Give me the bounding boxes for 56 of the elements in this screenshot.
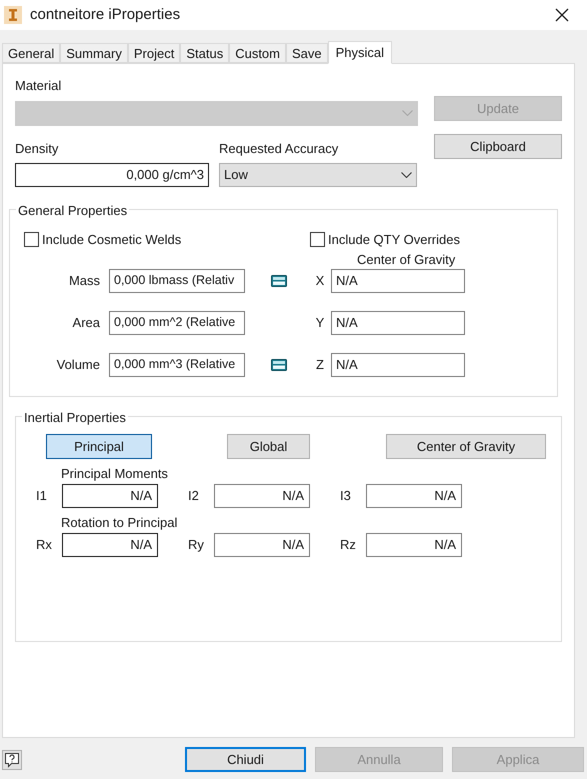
density-label: Density [15,140,60,158]
property-field: 0,000 mm^2 (Relative [109,310,245,334]
tab[interactable]: Project [128,43,180,63]
checkbox[interactable] [310,232,325,248]
tab[interactable]: Physical [328,41,392,64]
tab[interactable]: Save [286,43,328,63]
axis-field: N/A [331,310,465,334]
axis-field: N/A [331,352,465,376]
value-field: N/A [366,484,462,508]
value-field: N/A [366,533,462,557]
mode-button[interactable]: Principal [46,434,152,459]
property-label: Volume [56,356,100,374]
calculator-icon[interactable] [271,274,287,286]
clipboard-button[interactable]: Clipboard [434,134,562,159]
axis-label: Y [314,314,326,332]
property-field: 0,000 lbmass (Relativ [109,268,245,292]
axis-label: Rx [36,536,53,554]
density-field[interactable]: 0,000 g/cm^3 [15,163,209,187]
value-field: N/A [62,484,158,508]
checkbox-label: Include QTY Overrides [328,231,460,249]
axis-label: Rz [340,536,357,554]
axis-label: I3 [340,487,352,506]
axis-label: I1 [36,487,48,506]
axis-label: I2 [188,487,200,506]
close-icon[interactable] [555,8,569,22]
value-field: N/A [214,484,310,508]
accuracy-label: Requested Accuracy [219,140,340,158]
tab[interactable]: Custom [229,43,286,63]
property-label: Area [72,314,100,332]
tab[interactable]: Summary [60,43,128,63]
axis-label: X [314,272,326,290]
calculator-icon[interactable] [271,358,287,370]
window-title: contneitore iProperties [30,4,180,25]
mode-button[interactable]: Center of Gravity [386,434,546,459]
section-label: Principal Moments [61,466,169,482]
material-label: Material [15,77,62,95]
chevron-down-icon [402,110,413,116]
value-field: N/A [214,533,310,557]
property-field: 0,000 mm^3 (Relative [109,352,245,376]
tab[interactable]: General [2,43,60,63]
section-label: Rotation to Principal [61,515,178,531]
chevron-down-icon [401,172,412,178]
mode-button[interactable]: Global [227,434,310,459]
axis-label: Ry [188,536,205,554]
dialog-button[interactable]: Chiudi [185,747,306,772]
checkbox-label: Include Cosmetic Welds [42,231,182,249]
app-logo-icon [4,6,22,24]
accuracy-dropdown[interactable]: Low [219,163,417,187]
checkbox[interactable] [24,232,39,248]
help-icon[interactable] [2,750,22,770]
property-label: Mass [68,272,100,290]
tab[interactable]: Status [180,43,230,63]
center-of-gravity-label: Center of Gravity [357,252,456,268]
axis-field: N/A [331,268,465,292]
axis-label: Z [315,356,325,374]
value-field: N/A [62,533,158,557]
